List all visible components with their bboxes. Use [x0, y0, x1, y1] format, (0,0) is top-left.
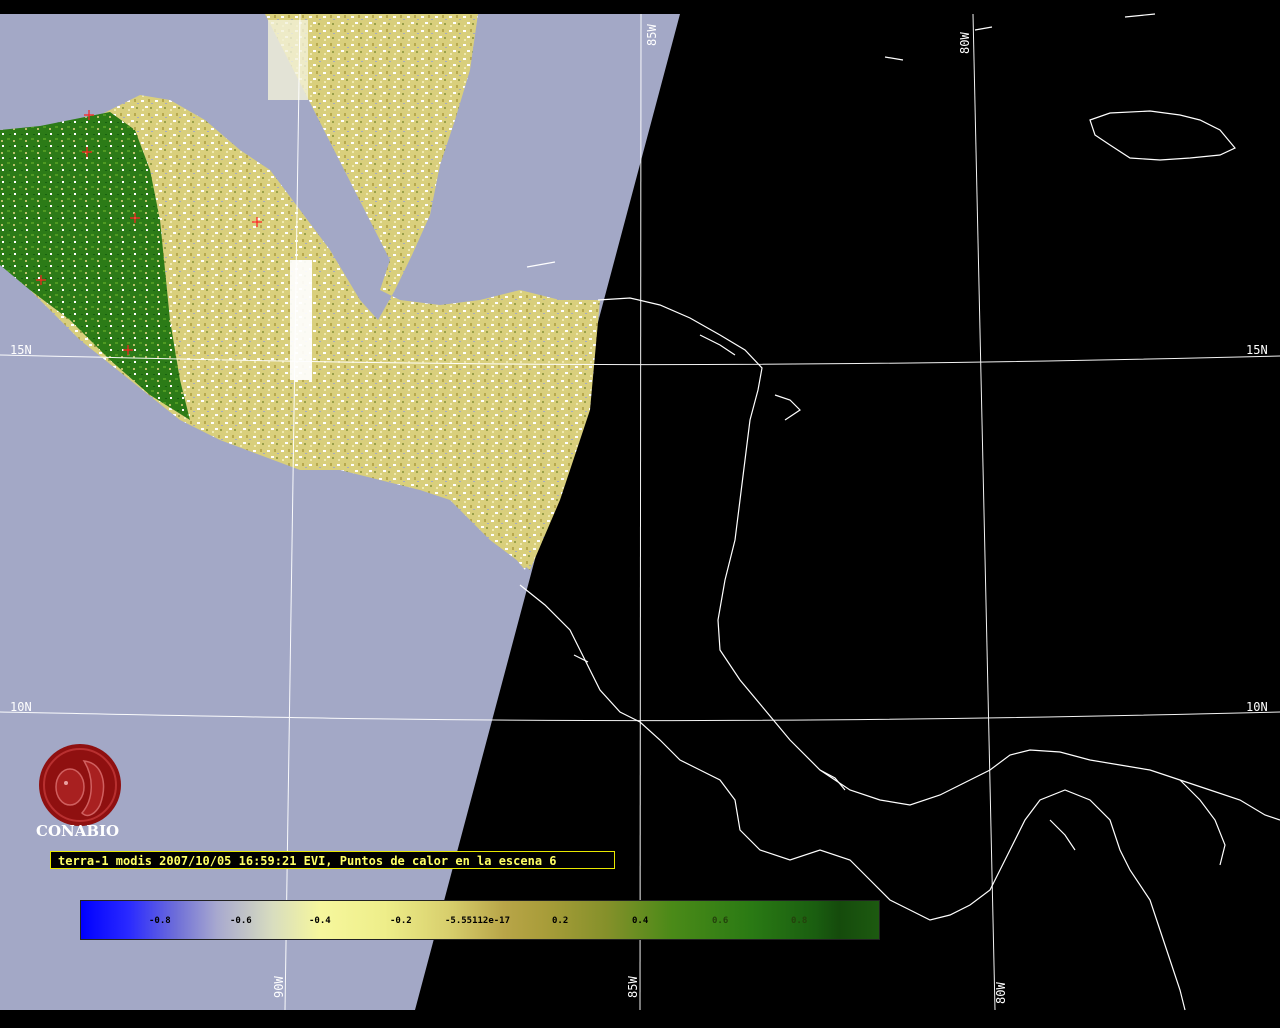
lat-label-10n-left: 10N	[10, 700, 32, 714]
colorbar-tick: 0.6	[712, 916, 729, 926]
island-small	[1124, 13, 1156, 18]
island-small	[774, 394, 801, 421]
colorbar-tick: -5.55112e-17	[445, 916, 511, 926]
lon-label-85w-top: 85W	[645, 24, 659, 46]
island-small	[699, 334, 736, 356]
lon-label-80w-bottom: 80W	[994, 982, 1008, 1004]
lat-label-15n-left: 15N	[10, 343, 32, 357]
map-svg	[0, 13, 1280, 1011]
map-canvas: 15N 15N 10N 10N 85W 80W 90W 85W 80W CONA…	[0, 0, 1280, 1024]
colorbar-tick: 0.4	[632, 916, 649, 926]
island-small	[974, 26, 993, 31]
island-small	[1049, 819, 1076, 851]
lon-label-85w-bottom: 85W	[626, 976, 640, 998]
colorbar-tick: -0.6	[230, 916, 252, 926]
colorbar-tick: -0.8	[149, 916, 171, 926]
colorbar-tick: -0.2	[390, 916, 412, 926]
colorbar-tick: 0.2	[552, 916, 569, 926]
colorbar-tick: -0.4	[309, 916, 331, 926]
lon-label-80w-top: 80W	[958, 32, 972, 54]
lat-label-15n-right: 15N	[1246, 343, 1268, 357]
colorbar: -0.8 -0.6 -0.4 -0.2 -5.55112e-17 0.2 0.4…	[80, 900, 880, 940]
island-small	[573, 654, 589, 663]
island-jamaica	[1089, 110, 1236, 161]
scene-caption: terra-1 modis 2007/10/05 16:59:21 EVI, P…	[50, 851, 615, 869]
coastline-pacific	[519, 584, 1186, 1011]
island-small	[884, 56, 904, 61]
colorbar-tick: 0.8	[791, 916, 808, 926]
lon-label-90w-bottom: 90W	[272, 976, 286, 998]
longitude-line-80w	[972, 13, 996, 1011]
lat-label-10n-right: 10N	[1246, 700, 1268, 714]
conabio-logo-text: CONABIO	[36, 822, 120, 840]
coastline-honduras-nicaragua	[597, 297, 1280, 821]
